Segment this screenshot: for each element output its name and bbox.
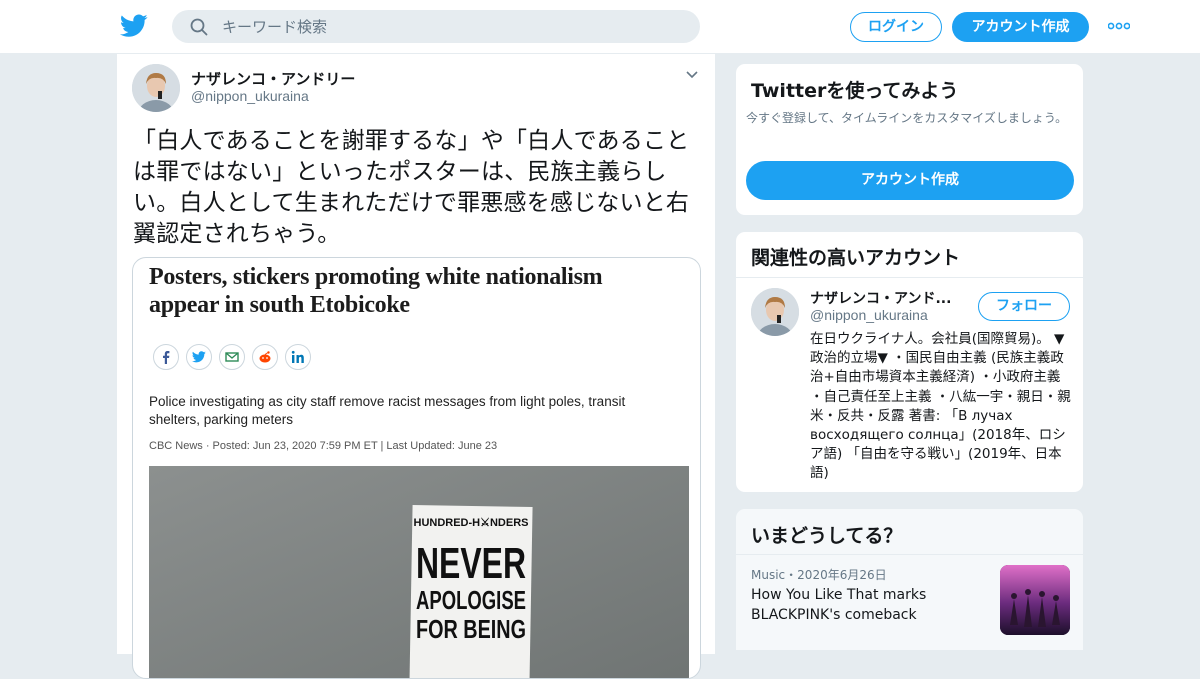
divider: [736, 277, 1083, 278]
login-button[interactable]: ログイン: [850, 12, 942, 42]
search-box[interactable]: [172, 10, 700, 43]
signup-button[interactable]: アカウント作成: [952, 12, 1089, 42]
related-account-bio: 在日ウクライナ人。会社員(国際貿易)。 ▼政治的立場▼ ・国民自由主義 (民族主…: [810, 331, 1071, 482]
signup-card-description: 今すぐ登録して、タイムラインをカスタマイズしましょう。: [746, 111, 1068, 125]
follow-button[interactable]: フォロー: [978, 292, 1070, 321]
reddit-icon: [252, 344, 278, 370]
person-photo-icon: [751, 288, 799, 336]
related-account-name[interactable]: ナザレンコ・アンド...: [810, 288, 951, 308]
trend-thumbnail[interactable]: [1000, 565, 1070, 635]
related-accounts-card: 関連性の高いアカウント ナザレンコ・アンド... @nippon_ukurain…: [735, 231, 1084, 493]
article-meta: CBC News · Posted: Jun 23, 2020 7:59 PM …: [149, 440, 498, 452]
related-account-avatar[interactable]: [751, 288, 799, 336]
top-navigation-bar: ログイン アカウント作成: [0, 0, 1200, 54]
whats-happening-title: いまどうしてる？: [751, 525, 903, 547]
twitter-icon: [186, 344, 212, 370]
poster-line-2: APOLOGISE: [416, 585, 526, 615]
search-input[interactable]: [222, 10, 682, 43]
author-avatar[interactable]: [132, 64, 180, 112]
signup-card-title: Twitterを使ってみよう: [751, 80, 959, 102]
tweet-media-image[interactable]: Posters, stickers promoting white nation…: [132, 257, 701, 679]
linkedin-icon: [285, 344, 311, 370]
more-dots-icon[interactable]: [1108, 22, 1130, 30]
article-headline: Posters, stickers promoting white nation…: [149, 264, 603, 318]
concert-image: [1000, 565, 1070, 635]
trend-separator: ・: [785, 568, 798, 582]
author-name[interactable]: ナザレンコ・アンドリー: [191, 68, 355, 89]
facebook-icon: [153, 344, 179, 370]
article-subheadline: Police investigating as city staff remov…: [149, 394, 626, 427]
trend-category: Music: [751, 568, 786, 582]
trend-headline[interactable]: How You Like That marks BLACKPINK's come…: [751, 585, 981, 625]
trend-date: 2020年6月26日: [797, 568, 887, 582]
trend-meta: Music・2020年6月26日: [751, 566, 887, 583]
search-icon: [190, 18, 208, 36]
poster-line-1: NEVER: [416, 539, 526, 588]
person-photo-icon: [132, 64, 180, 112]
related-accounts-title: 関連性の高いアカウント: [751, 247, 961, 269]
tweet-panel: ナザレンコ・アンドリー @nippon_ukuraina 「白人であることを謝罪…: [116, 54, 716, 679]
chevron-down-icon[interactable]: [685, 70, 699, 80]
signup-card: Twitterを使ってみよう 今すぐ登録して、タイムラインをカスタマイズしましょ…: [735, 63, 1084, 216]
signup-card-button[interactable]: アカウント作成: [746, 161, 1074, 200]
email-icon: [219, 344, 245, 370]
poster-photo: HUNDRED-H⚔NDERS NEVER APOLOGISE FOR BEIN…: [149, 466, 689, 678]
author-handle[interactable]: @nippon_ukuraina: [191, 88, 309, 104]
poster-image: HUNDRED-H⚔NDERS NEVER APOLOGISE FOR BEIN…: [149, 466, 689, 678]
poster-line-3: FOR BEING: [416, 614, 526, 644]
related-account-handle[interactable]: @nippon_ukuraina: [810, 307, 928, 323]
poster-brand: HUNDRED-H⚔NDERS: [414, 517, 529, 529]
tweet-text: 「白人であることを謝罪するな」や「白人であることは罪ではない」といったポスターは…: [133, 128, 690, 247]
whats-happening-card: いまどうしてる？ Music・2020年6月26日 How You Like T…: [735, 508, 1084, 650]
twitter-bird-icon[interactable]: [120, 14, 148, 38]
